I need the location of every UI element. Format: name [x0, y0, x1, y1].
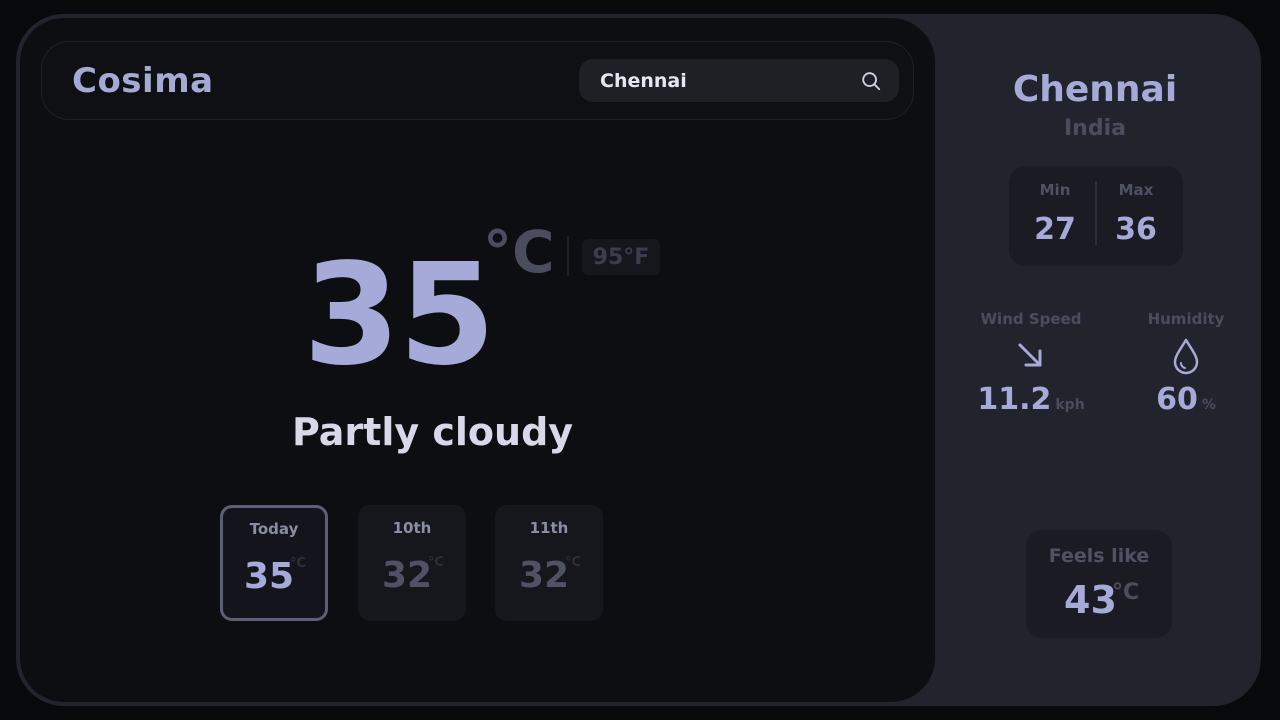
- arrow-down-right-icon: [1018, 343, 1042, 367]
- humidity-label: Humidity: [1147, 310, 1225, 328]
- feels-like-card: Feels like 43 °C: [1026, 530, 1172, 638]
- forecast-unit: °C: [428, 555, 445, 570]
- humidity-value: 60%: [1126, 382, 1246, 417]
- min-label: Min: [1039, 181, 1071, 199]
- unit-divider: [567, 236, 569, 276]
- brand-logo: Cosima: [72, 61, 214, 101]
- wind-speed-unit: kph: [1055, 397, 1085, 413]
- city-name: Chennai: [1012, 69, 1178, 110]
- forecast-card-10th[interactable]: 10th 32 °C: [358, 505, 466, 621]
- search-icon[interactable]: [860, 70, 882, 92]
- wind-speed-metric: Wind Speed 11.2 kph: [971, 310, 1091, 417]
- forecast-unit: °C: [565, 555, 582, 570]
- feels-like-unit: °C: [1112, 580, 1140, 605]
- forecast-day-label: 11th: [529, 519, 569, 537]
- min-column: Min 27: [1020, 166, 1090, 266]
- wind-speed-value: 11.2 kph: [971, 382, 1091, 417]
- humidity-metric: Humidity 60%: [1126, 310, 1246, 417]
- max-value: 36: [1115, 212, 1157, 247]
- forecast-temp: 32: [519, 555, 570, 596]
- header: Cosima: [41, 41, 914, 120]
- min-max-card: Min 27 Max 36: [1009, 166, 1183, 266]
- forecast-card-11th[interactable]: 11th 32 °C: [495, 505, 603, 621]
- forecast-temp: 32: [382, 555, 433, 596]
- feels-like-label: Feels like: [1048, 545, 1150, 567]
- main-panel: Cosima 35 °C 95°F Partly cloudy Today 35…: [16, 14, 939, 706]
- wind-speed-number: 11.2: [977, 382, 1052, 417]
- unit-celsius-toggle[interactable]: °C: [483, 223, 555, 281]
- max-column: Max 36: [1101, 166, 1171, 266]
- country-name: India: [1064, 116, 1126, 141]
- details-sidebar: Chennai India Min 27 Max 36 Wind Speed 1…: [939, 14, 1261, 706]
- min-value: 27: [1034, 212, 1076, 247]
- wind-speed-label: Wind Speed: [980, 310, 1082, 328]
- search-box[interactable]: [579, 59, 899, 102]
- forecast-card-today[interactable]: Today 35 °C: [220, 505, 328, 621]
- max-label: Max: [1118, 181, 1154, 199]
- forecast-day-label: Today: [249, 520, 299, 538]
- forecast-unit: °C: [290, 556, 307, 571]
- humidity-unit: %: [1201, 397, 1216, 413]
- forecast-day-label: 10th: [392, 519, 432, 537]
- search-input[interactable]: [591, 59, 841, 102]
- feels-like-value: 43: [1064, 578, 1117, 622]
- current-temperature: 35: [303, 234, 496, 397]
- weather-app: Cosima 35 °C 95°F Partly cloudy Today 35…: [16, 14, 1261, 706]
- weather-condition: Partly cloudy: [291, 410, 574, 454]
- droplet-icon: [1173, 338, 1199, 375]
- unit-fahrenheit-toggle[interactable]: 95°F: [582, 239, 660, 275]
- forecast-temp: 35: [244, 556, 295, 597]
- humidity-number: 60: [1156, 382, 1198, 417]
- min-max-divider: [1095, 181, 1097, 245]
